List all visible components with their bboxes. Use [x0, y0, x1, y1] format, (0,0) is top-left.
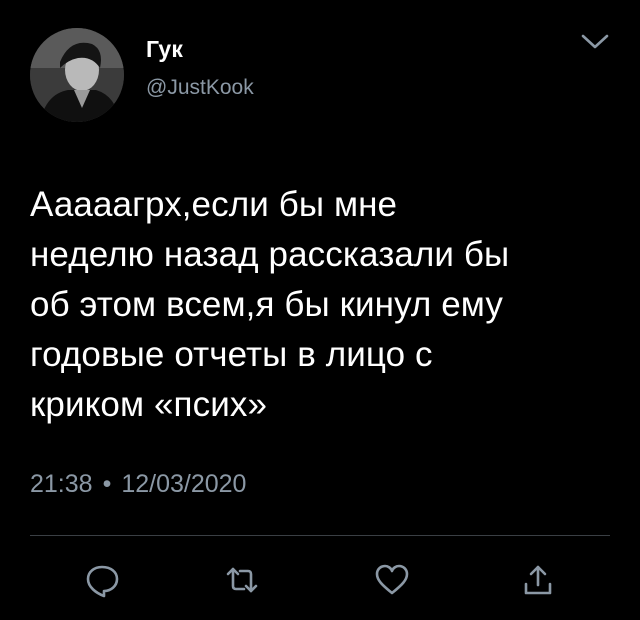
tweet-timestamp[interactable]: 21:38 • 12/03/2020	[30, 470, 246, 499]
tweet-time: 21:38	[30, 470, 93, 498]
meta-separator: •	[102, 470, 112, 498]
share-icon[interactable]	[518, 560, 558, 600]
divider	[30, 535, 610, 536]
display-name[interactable]: Гук	[146, 36, 183, 63]
reply-icon[interactable]	[82, 560, 122, 600]
chevron-down-icon[interactable]	[580, 32, 610, 52]
profile-photo	[30, 28, 124, 122]
tweet-date: 12/03/2020	[121, 470, 247, 498]
user-handle[interactable]: @JustKook	[146, 76, 254, 100]
retweet-icon[interactable]	[222, 560, 262, 600]
tweet-card: Гук @JustKook Ааааагрх,если бы мне недел…	[0, 0, 640, 620]
like-icon[interactable]	[372, 560, 412, 600]
avatar[interactable]	[30, 28, 124, 122]
tweet-text: Ааааагрх,если бы мне неделю назад расска…	[30, 185, 510, 424]
